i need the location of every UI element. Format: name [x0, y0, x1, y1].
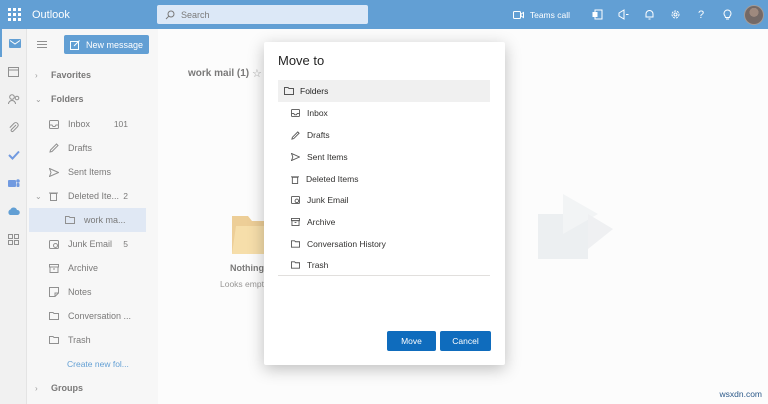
dialog-title: Move to	[278, 53, 325, 68]
inbox-icon	[291, 109, 300, 117]
move-option-label: Drafts	[307, 130, 330, 140]
move-option-label: Trash	[307, 260, 329, 270]
folder-icon	[291, 240, 300, 248]
move-option-sent-items[interactable]: Sent Items	[278, 146, 490, 168]
divider	[278, 275, 490, 276]
watermark: wsxdn.com	[719, 389, 762, 399]
move-option-inbox[interactable]: Inbox	[278, 102, 490, 124]
move-option-junk-email[interactable]: Junk Email	[278, 189, 490, 211]
cancel-button[interactable]: Cancel	[440, 331, 491, 351]
folder-tree-root[interactable]: Folders	[278, 80, 490, 102]
trash-icon	[291, 175, 299, 184]
move-option-trash[interactable]: Trash	[278, 254, 490, 276]
folder-tree-root-label: Folders	[300, 86, 329, 96]
move-option-drafts[interactable]: Drafts	[278, 124, 490, 146]
pencil-icon	[291, 130, 300, 140]
folder-icon	[291, 261, 300, 269]
move-option-label: Archive	[307, 217, 336, 227]
move-option-archive[interactable]: Archive	[278, 211, 490, 233]
move-option-conversation-history[interactable]: Conversation History	[278, 233, 490, 255]
move-option-label: Deleted Items	[306, 174, 359, 184]
move-option-deleted-items[interactable]: Deleted Items	[278, 168, 490, 190]
move-option-label: Inbox	[307, 108, 328, 118]
archive-icon	[291, 218, 300, 226]
move-option-label: Sent Items	[307, 152, 348, 162]
move-button[interactable]: Move	[387, 331, 436, 351]
move-to-dialog: Move to Folders Inbox Drafts Sent Items …	[264, 42, 505, 365]
move-option-label: Conversation History	[307, 239, 386, 249]
folder-icon	[284, 87, 294, 95]
junk-icon	[291, 196, 300, 204]
send-icon	[291, 153, 300, 161]
move-option-label: Junk Email	[307, 195, 349, 205]
